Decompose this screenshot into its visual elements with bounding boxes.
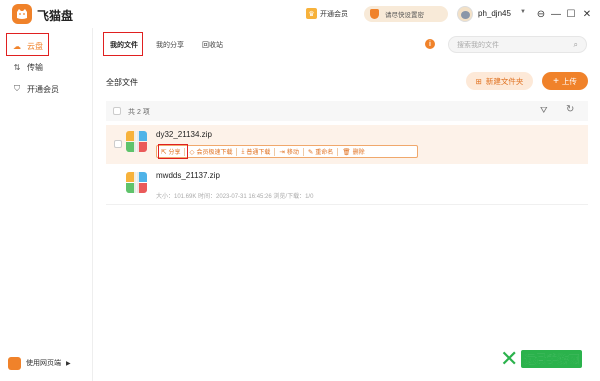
- title-bar: 飞猫盘 ♛ 开通会员 请尽快设置密 ph_djn45 ▼ ⊖ — ☐ ✕: [0, 0, 600, 28]
- row-checkbox[interactable]: [114, 140, 122, 148]
- file-name[interactable]: dy32_21134.zip: [156, 130, 212, 139]
- download-button[interactable]: ⤓ 普通下载: [237, 147, 274, 157]
- page-title: 全部文件: [106, 78, 138, 87]
- refresh-icon[interactable]: ↻: [566, 104, 574, 115]
- rename-button[interactable]: ✎ 重命名: [304, 147, 337, 157]
- download-label: 普通下载: [246, 150, 271, 156]
- watermark-text: 远景手游网: [521, 350, 583, 368]
- search-input[interactable]: 搜索我的文件 ⌕: [448, 36, 587, 53]
- search-icon[interactable]: ⌕: [574, 40, 578, 50]
- app-logo: [12, 4, 32, 24]
- search-placeholder: 搜索我的文件: [457, 41, 499, 49]
- rename-label: 重命名: [315, 150, 334, 156]
- new-folder-label: 新建文件夹: [485, 76, 524, 86]
- web-entry-button[interactable]: 使用网页端 ▶: [8, 355, 88, 371]
- delete-button[interactable]: 🗑 删除: [338, 147, 368, 157]
- plus-icon: +: [553, 75, 559, 87]
- sidebar-item-label: 开通会员: [27, 84, 59, 94]
- download-icon: ⤓: [241, 147, 245, 155]
- info-icon[interactable]: i: [425, 39, 435, 49]
- zip-file-icon: [126, 172, 147, 193]
- web-icon: [8, 356, 21, 370]
- open-vip-label: 开通会员: [320, 10, 348, 18]
- file-action-bar: ⇱ 分享 ◇ 会员极速下载 ⤓ 普通下载 ⇥ 移动 ✎ 重命名 🗑 删除: [156, 145, 418, 158]
- open-vip-button[interactable]: ♛ 开通会员: [306, 8, 348, 19]
- close-icon[interactable]: ✕: [580, 7, 594, 21]
- filter-icon[interactable]: ⛛: [540, 105, 548, 116]
- zip-file-icon: [126, 131, 147, 152]
- new-folder-button[interactable]: ⊞ 新建文件夹: [466, 72, 533, 90]
- highlight-box-cloud: [6, 33, 49, 56]
- security-tip-pill[interactable]: 请尽快设置密: [364, 6, 448, 22]
- list-header: 共 2 项 ⛛ ↻: [106, 101, 588, 121]
- rename-icon: ✎: [307, 148, 314, 156]
- username[interactable]: ph_djn45: [478, 9, 511, 18]
- app-name: 飞猫盘: [37, 9, 74, 23]
- file-name[interactable]: mwdds_21137.zip: [156, 171, 220, 180]
- upload-label: 上传: [561, 76, 577, 86]
- vip-download-label: 会员极速下载: [196, 150, 233, 156]
- minimize-to-tray-icon[interactable]: ⊖: [534, 7, 548, 21]
- file-count: 共 2 项: [128, 109, 150, 116]
- move-icon: ⇥: [279, 148, 285, 156]
- move-button[interactable]: ⇥ 移动: [275, 147, 302, 157]
- diamond-icon: ◇: [189, 148, 195, 156]
- file-meta: 大小：101.69K 时间：2023-07-31 16:45:26 浏览/下载：…: [156, 194, 314, 200]
- security-tip-text: 请尽快设置密: [385, 12, 424, 19]
- play-icon: ▶: [66, 360, 71, 367]
- avatar[interactable]: [457, 6, 473, 22]
- folder-plus-icon: ⊞: [475, 76, 482, 86]
- divider: [106, 204, 588, 205]
- transfer-icon: ⇅: [13, 62, 21, 72]
- shield-icon: [370, 9, 379, 19]
- move-label: 移动: [286, 150, 299, 156]
- watermark: ✕ 远景手游网: [500, 343, 596, 375]
- settings-icon[interactable]: [520, 7, 534, 21]
- sidebar-item-label: 传输: [27, 62, 43, 72]
- tab-recycle-bin[interactable]: 回收站: [202, 40, 223, 50]
- web-entry-label: 使用网页端: [26, 360, 61, 367]
- vip-shield-icon: ⛉: [14, 84, 20, 93]
- crown-icon: ♛: [306, 8, 317, 19]
- minimize-icon[interactable]: —: [549, 7, 563, 21]
- select-all-checkbox[interactable]: [113, 107, 121, 115]
- vip-download-button[interactable]: ◇ 会员极速下载: [185, 147, 236, 157]
- highlight-box-share: [158, 144, 188, 159]
- table-row[interactable]: mwdds_21137.zip 大小：101.69K 时间：2023-07-31…: [106, 166, 588, 205]
- delete-label: 删除: [352, 150, 365, 156]
- watermark-logo-icon: ✕: [500, 346, 519, 372]
- tab-my-shares[interactable]: 我的分享: [156, 40, 184, 50]
- trash-icon: 🗑: [342, 148, 351, 156]
- upload-button[interactable]: + 上传: [542, 72, 588, 90]
- sidebar: ☁ 云盘 ⇅ 传输 ⛉ 开通会员: [0, 28, 93, 381]
- maximize-icon[interactable]: ☐: [564, 7, 578, 21]
- sidebar-item-vip[interactable]: ⛉ 开通会员: [8, 80, 78, 98]
- sidebar-item-transfer[interactable]: ⇅ 传输: [8, 58, 78, 76]
- highlight-box-tab: [103, 32, 143, 56]
